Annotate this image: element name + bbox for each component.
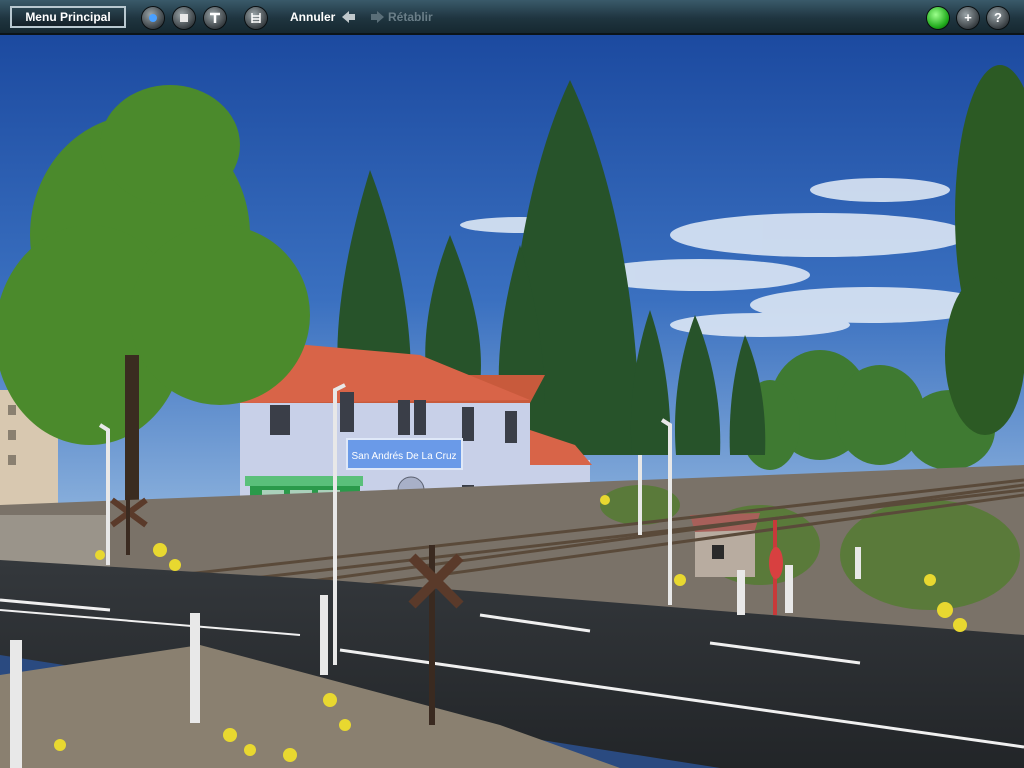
- stop-button[interactable]: [173, 7, 195, 29]
- station-sign-text: San Andrés De La Cruz: [351, 451, 456, 462]
- top-toolbar: Menu Principal Annuler Rétablir + ?: [0, 0, 1024, 35]
- add-button[interactable]: +: [957, 7, 979, 29]
- back-arrow-icon[interactable]: [340, 9, 356, 25]
- main-menu-button[interactable]: Menu Principal: [10, 6, 126, 28]
- 3d-viewport[interactable]: San Andrés De La Cruz: [0, 35, 1024, 768]
- status-light[interactable]: [927, 7, 949, 29]
- station-sign: San Andrés De La Cruz: [346, 438, 463, 470]
- help-button[interactable]: ?: [987, 7, 1009, 29]
- undo-label[interactable]: Annuler: [290, 10, 335, 24]
- add-icon: +: [964, 10, 972, 25]
- forward-arrow-icon: [371, 11, 384, 23]
- redo-label: Rétablir: [388, 10, 433, 24]
- track-button[interactable]: [245, 7, 267, 29]
- stop-icon: [180, 14, 188, 22]
- rail-icon: [251, 13, 261, 23]
- play-button[interactable]: [142, 7, 164, 29]
- play-icon: [149, 14, 157, 22]
- signal-button[interactable]: [204, 7, 226, 29]
- help-icon: ?: [994, 10, 1002, 25]
- signal-icon: [210, 12, 220, 23]
